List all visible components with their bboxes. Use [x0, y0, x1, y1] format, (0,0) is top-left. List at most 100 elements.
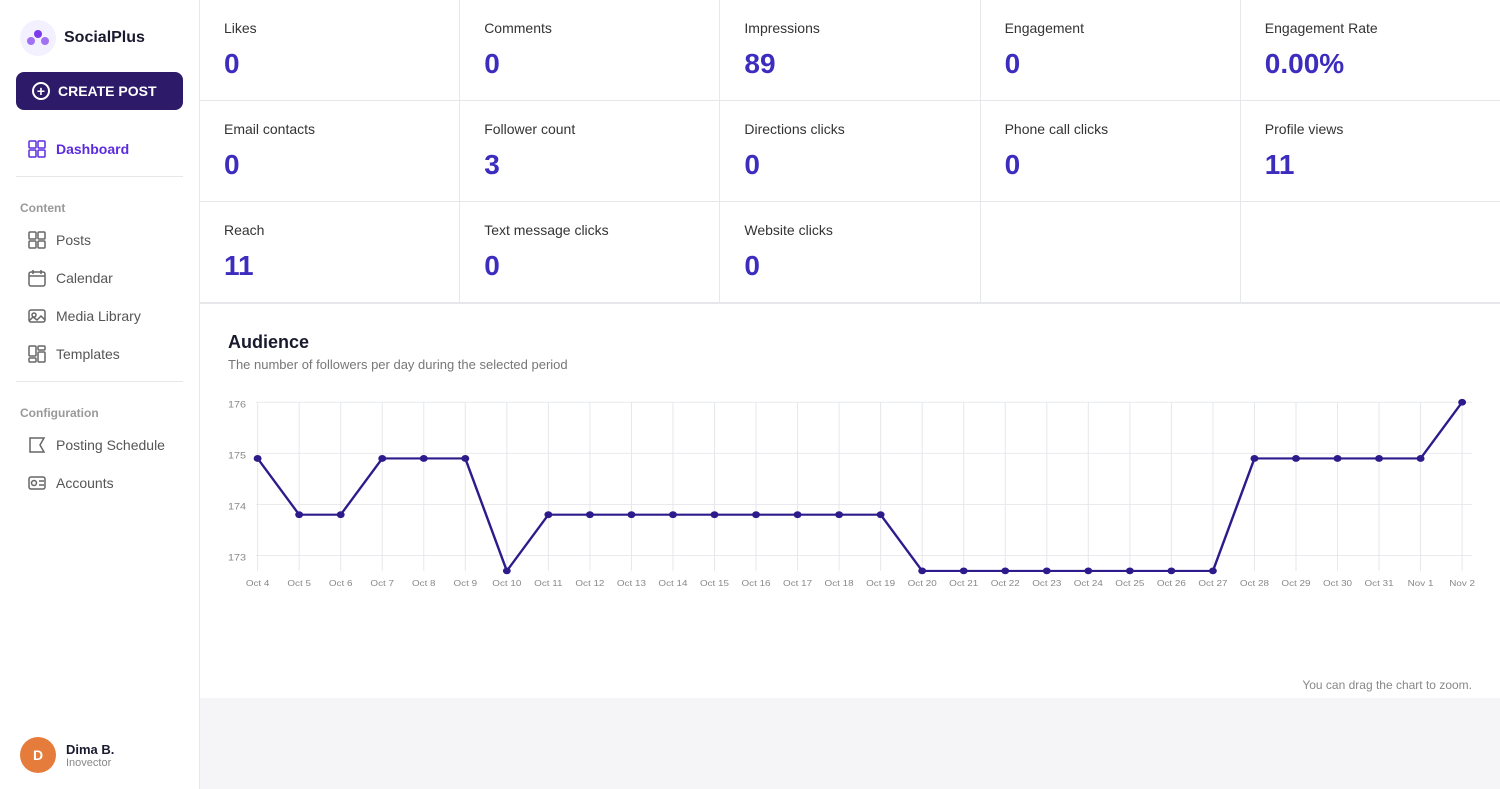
- svg-text:Oct 20: Oct 20: [908, 579, 937, 588]
- calendar-icon: [28, 269, 46, 287]
- sidebar: SocialPlus + CREATE POST Dashboard Conte…: [0, 0, 200, 789]
- svg-text:Oct 5: Oct 5: [287, 579, 311, 588]
- svg-text:Oct 14: Oct 14: [658, 579, 687, 588]
- plus-circle-icon: +: [32, 82, 50, 100]
- main-content: Likes 0 Comments 0 Impressions 89 Engage…: [200, 0, 1500, 789]
- metric-email-contacts-value: 0: [224, 149, 435, 181]
- svg-text:Oct 13: Oct 13: [617, 579, 646, 588]
- svg-text:173: 173: [228, 553, 246, 563]
- svg-text:Oct 28: Oct 28: [1240, 579, 1269, 588]
- content-section-label: Content: [0, 185, 199, 221]
- metric-reach-label: Reach: [224, 222, 435, 238]
- metric-follower-count-value: 3: [484, 149, 695, 181]
- svg-text:Oct 16: Oct 16: [741, 579, 770, 588]
- svg-text:Oct 24: Oct 24: [1074, 579, 1103, 588]
- metric-engagement-rate-value: 0.00%: [1265, 48, 1476, 80]
- metrics-row-2: Email contacts 0 Follower count 3 Direct…: [200, 101, 1500, 202]
- sidebar-item-accounts[interactable]: Accounts: [8, 464, 191, 502]
- svg-text:Oct 27: Oct 27: [1198, 579, 1227, 588]
- sidebar-item-posts[interactable]: Posts: [8, 221, 191, 259]
- posts-label: Posts: [56, 232, 91, 248]
- metric-profile-views-label: Profile views: [1265, 121, 1476, 137]
- svg-text:Oct 22: Oct 22: [991, 579, 1020, 588]
- metric-engagement: Engagement 0: [981, 0, 1240, 100]
- svg-text:Oct 21: Oct 21: [949, 579, 978, 588]
- svg-text:Oct 9: Oct 9: [453, 579, 477, 588]
- svg-text:Oct 18: Oct 18: [825, 579, 854, 588]
- metric-directions-clicks-value: 0: [744, 149, 955, 181]
- logo-icon: [20, 20, 56, 56]
- svg-text:Nov 2: Nov 2: [1449, 579, 1475, 588]
- create-post-button[interactable]: + CREATE POST: [16, 72, 183, 110]
- svg-text:Oct 4: Oct 4: [246, 579, 270, 588]
- metric-reach-value: 11: [224, 250, 435, 282]
- metric-profile-views: Profile views 11: [1241, 101, 1500, 201]
- metric-engagement-rate: Engagement Rate 0.00%: [1241, 0, 1500, 100]
- sidebar-item-calendar[interactable]: Calendar: [8, 259, 191, 297]
- metric-text-message-clicks-value: 0: [484, 250, 695, 282]
- user-profile[interactable]: D Dima B. Inovector: [0, 721, 199, 789]
- sidebar-item-posting-schedule[interactable]: Posting Schedule: [8, 426, 191, 464]
- dashboard-label: Dashboard: [56, 141, 129, 157]
- media-library-label: Media Library: [56, 308, 141, 324]
- metric-text-message-clicks-label: Text message clicks: [484, 222, 695, 238]
- svg-text:Oct 23: Oct 23: [1032, 579, 1061, 588]
- configuration-section-label: Configuration: [0, 390, 199, 426]
- metric-empty-2: [1241, 202, 1500, 302]
- avatar: D: [20, 737, 56, 773]
- svg-text:Oct 30: Oct 30: [1323, 579, 1352, 588]
- metric-phone-call-clicks-label: Phone call clicks: [1005, 121, 1216, 137]
- svg-text:Oct 8: Oct 8: [412, 579, 436, 588]
- metric-reach: Reach 11: [200, 202, 459, 302]
- svg-text:Oct 19: Oct 19: [866, 579, 895, 588]
- sidebar-item-dashboard[interactable]: Dashboard: [8, 130, 191, 168]
- metric-likes: Likes 0: [200, 0, 459, 100]
- metric-phone-call-clicks-value: 0: [1005, 149, 1216, 181]
- metric-follower-count-label: Follower count: [484, 121, 695, 137]
- metric-empty-1: [981, 202, 1240, 302]
- media-icon: [28, 307, 46, 325]
- metric-likes-value: 0: [224, 48, 435, 80]
- posts-icon: [28, 231, 46, 249]
- sidebar-divider-1: [16, 176, 183, 177]
- dashboard-icon: [28, 140, 46, 158]
- metric-impressions-value: 89: [744, 48, 955, 80]
- metric-phone-call-clicks: Phone call clicks 0: [981, 101, 1240, 201]
- svg-text:Oct 7: Oct 7: [370, 579, 394, 588]
- metric-directions-clicks: Directions clicks 0: [720, 101, 979, 201]
- app-name: SocialPlus: [64, 29, 145, 47]
- metric-comments-label: Comments: [484, 20, 695, 36]
- metric-comments: Comments 0: [460, 0, 719, 100]
- metric-likes-label: Likes: [224, 20, 435, 36]
- metrics-row-1: Likes 0 Comments 0 Impressions 89 Engage…: [200, 0, 1500, 101]
- chart-container: 176 175 174 173 Oct 4Oct 5Oct 6Oct 7Oct …: [228, 392, 1472, 672]
- metric-website-clicks-label: Website clicks: [744, 222, 955, 238]
- metric-website-clicks-value: 0: [744, 250, 955, 282]
- svg-text:Oct 25: Oct 25: [1115, 579, 1144, 588]
- audience-title: Audience: [228, 332, 1472, 353]
- templates-icon: [28, 345, 46, 363]
- logo: SocialPlus: [0, 0, 199, 72]
- metric-directions-clicks-label: Directions clicks: [744, 121, 955, 137]
- metric-website-clicks: Website clicks 0: [720, 202, 979, 302]
- metrics-row-3: Reach 11 Text message clicks 0 Website c…: [200, 202, 1500, 303]
- svg-text:Oct 29: Oct 29: [1281, 579, 1310, 588]
- metric-profile-views-value: 11: [1265, 149, 1476, 181]
- metric-comments-value: 0: [484, 48, 695, 80]
- metric-text-message-clicks: Text message clicks 0: [460, 202, 719, 302]
- svg-text:Nov 1: Nov 1: [1408, 579, 1434, 588]
- sidebar-item-media-library[interactable]: Media Library: [8, 297, 191, 335]
- sidebar-item-templates[interactable]: Templates: [8, 335, 191, 373]
- metric-follower-count: Follower count 3: [460, 101, 719, 201]
- metric-engagement-label: Engagement: [1005, 20, 1216, 36]
- svg-text:Oct 17: Oct 17: [783, 579, 812, 588]
- svg-text:Oct 6: Oct 6: [329, 579, 353, 588]
- chart-drag-hint: You can drag the chart to zoom.: [228, 672, 1472, 698]
- svg-text:176: 176: [228, 400, 246, 410]
- user-name: Dima B.: [66, 742, 114, 757]
- accounts-icon: [28, 474, 46, 492]
- svg-text:Oct 26: Oct 26: [1157, 579, 1186, 588]
- metric-engagement-value: 0: [1005, 48, 1216, 80]
- sidebar-divider-2: [16, 381, 183, 382]
- svg-text:Oct 31: Oct 31: [1365, 579, 1394, 588]
